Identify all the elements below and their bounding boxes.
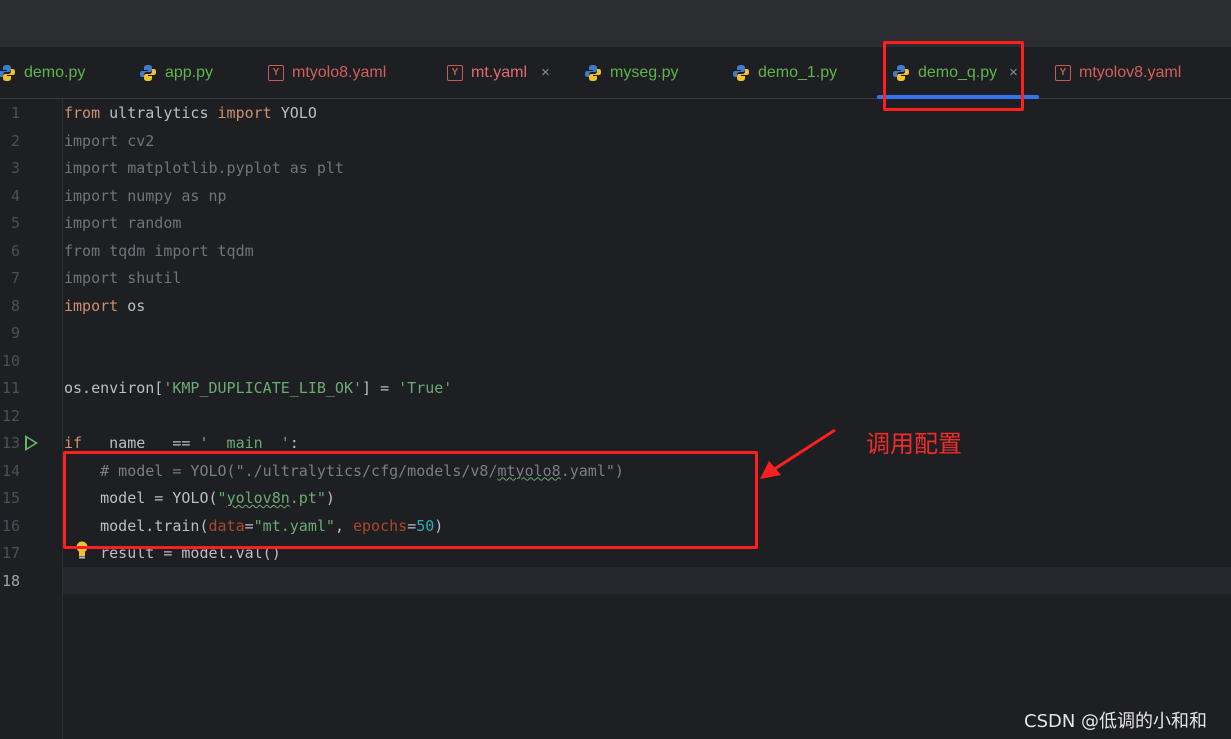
code-line-3[interactable]: import matplotlib.pyplot as plt <box>64 155 344 183</box>
token: '__main__' <box>199 434 290 452</box>
line-number: 14 <box>1 461 20 480</box>
tab-demo-1-py[interactable]: demo_1.py <box>732 47 837 98</box>
line-number: 3 <box>10 159 20 177</box>
tab-app-py[interactable]: app.py <box>139 47 213 98</box>
yaml-icon: Y <box>447 64 463 81</box>
arrow-icon <box>760 428 836 479</box>
line-number: 7 <box>10 269 20 287</box>
code-highlight-box <box>63 451 758 549</box>
code-line-4[interactable]: import numpy as np <box>64 183 227 211</box>
line-number: 8 <box>10 296 20 315</box>
run-icon[interactable] <box>25 435 38 451</box>
token: from <box>64 104 101 122</box>
token: if <box>64 434 83 452</box>
token: ] = <box>362 379 399 397</box>
code-line-8[interactable]: import os <box>64 293 145 321</box>
code-line-2[interactable]: import cv2 <box>64 128 154 156</box>
line-number: 5 <box>10 214 20 232</box>
python-icon <box>733 64 749 81</box>
line-number: 2 <box>10 131 20 150</box>
token: 'KMP_DUPLICATE_LIB_OK' <box>163 379 363 397</box>
line-number: 10 <box>1 351 20 370</box>
tab-label: myseg.py <box>610 63 679 81</box>
tab-mtyolo8-yaml[interactable]: Y mtyolo8.yaml <box>268 47 386 98</box>
tab-label: app.py <box>165 63 214 81</box>
tab-highlight-box <box>883 41 1024 111</box>
tab-label: demo.py <box>24 63 86 81</box>
token: 'True' <box>398 379 453 397</box>
line-number: 17 <box>1 544 20 562</box>
token: import <box>64 296 119 315</box>
editor-tab-bar: demo.py app.py Y mtyolo8.yaml Y mt.yaml … <box>0 47 1231 99</box>
yaml-icon: Y <box>1055 64 1071 81</box>
line-number: 16 <box>1 516 20 535</box>
token: __name__ == <box>82 434 200 452</box>
line-number-current: 18 <box>1 571 20 590</box>
annotation-label: 调用配置 <box>866 430 962 458</box>
python-icon <box>585 64 601 81</box>
code-line-1[interactable]: from ultralytics import YOLO <box>64 100 317 128</box>
token: import <box>217 104 272 122</box>
yaml-icon: Y <box>268 64 284 81</box>
code-line-11[interactable]: os.environ['KMP_DUPLICATE_LIB_OK'] = 'Tr… <box>64 375 452 403</box>
line-number: 6 <box>10 241 20 260</box>
watermark: CSDN @低调的小和和 <box>1024 711 1208 732</box>
token: YOLO <box>271 104 317 122</box>
python-icon <box>140 64 156 81</box>
line-number: 11 <box>1 379 20 397</box>
tab-demo-py[interactable]: demo.py <box>0 47 85 98</box>
code-line-7[interactable]: import shutil <box>64 265 181 293</box>
line-number: 13 <box>1 434 20 452</box>
tab-label: mtyolov8.yaml <box>1079 63 1182 81</box>
tab-myseg-py[interactable]: myseg.py <box>584 47 678 98</box>
code-line-5[interactable]: import random <box>64 210 181 238</box>
line-number: 4 <box>10 186 20 205</box>
line-number: 15 <box>1 489 20 507</box>
tab-mtyolov8-yaml[interactable]: Y mtyolov8.yaml <box>1055 47 1181 98</box>
token: : <box>289 434 299 452</box>
close-icon[interactable]: × <box>541 64 550 81</box>
token: os.environ[ <box>64 379 164 397</box>
code-line-6[interactable]: from tqdm import tqdm <box>64 238 254 266</box>
tab-label: demo_1.py <box>758 63 838 81</box>
line-number-gutter: 1 2 3 4 5 6 7 8 9 10 11 12 13 14 15 16 1… <box>0 99 63 739</box>
tab-mt-yaml[interactable]: Y mt.yaml × <box>447 47 550 98</box>
tab-label: mt.yaml <box>471 63 527 81</box>
title-bar <box>0 0 1231 47</box>
tab-label: mtyolo8.yaml <box>292 63 387 81</box>
line-number: 12 <box>1 406 20 425</box>
line-number: 1 <box>10 104 20 122</box>
line-number: 9 <box>10 324 20 342</box>
token: os <box>118 296 146 315</box>
current-line-highlight <box>63 567 1231 594</box>
token: ultralytics <box>100 104 218 122</box>
python-icon <box>0 64 15 81</box>
